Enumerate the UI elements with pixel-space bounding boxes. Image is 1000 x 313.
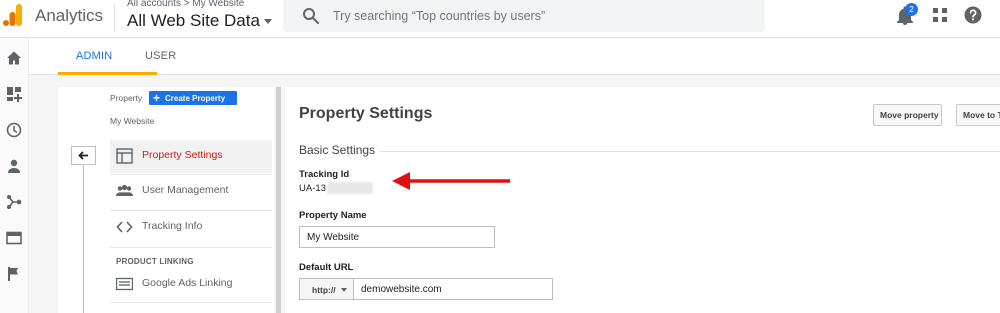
account-breadcrumb[interactable]: All accounts > My Website <box>127 0 244 9</box>
plus-icon: + <box>153 91 161 105</box>
nav-item-tracking-info[interactable]: Tracking Info <box>110 211 272 244</box>
analytics-logo-icon[interactable] <box>3 3 23 27</box>
home-icon[interactable] <box>6 50 22 66</box>
collapse-column-button[interactable] <box>71 146 96 165</box>
realtime-clock-icon[interactable] <box>6 122 22 138</box>
tab-user[interactable]: USER <box>145 50 176 62</box>
property-name-selector[interactable]: My Website <box>110 116 154 126</box>
create-property-label: Create Property <box>165 93 226 103</box>
property-label: Property <box>110 93 143 103</box>
app-header: Analytics All accounts > My Website All … <box>0 0 1000 38</box>
help-icon[interactable] <box>964 6 982 24</box>
move-to-trash-button[interactable]: Move to T <box>956 104 1000 126</box>
acquisition-icon[interactable] <box>6 194 22 210</box>
code-icon <box>116 221 133 233</box>
product-linking-heading: PRODUCT LINKING <box>116 257 194 266</box>
users-icon <box>116 184 133 196</box>
nav-item-property-settings[interactable]: Property Settings <box>110 140 272 173</box>
app-name: Analytics <box>35 6 104 25</box>
url-protocol-value: http:// <box>312 285 336 295</box>
header-divider <box>114 4 115 32</box>
tracking-id-value: UA-13 <box>299 183 326 194</box>
nav-item-user-management[interactable]: User Management <box>110 175 272 208</box>
apps-grid-icon[interactable] <box>933 8 947 22</box>
admin-tabs: ADMIN USER <box>29 38 1000 75</box>
nav-item-label: Google Ads Linking <box>142 277 233 289</box>
default-url-label: Default URL <box>299 262 354 273</box>
annotation-arrow-icon <box>392 172 510 190</box>
account-view-selector[interactable]: All Web Site Data <box>127 11 272 31</box>
create-property-button[interactable]: + Create Property <box>149 91 237 105</box>
column-connector-line <box>83 165 84 313</box>
nav-item-label: Tracking Info <box>142 220 203 232</box>
nav-item-label: User Management <box>142 184 229 196</box>
basic-settings-heading: Basic Settings <box>299 143 376 157</box>
move-property-button[interactable]: Move property <box>873 104 942 126</box>
left-rail <box>0 38 29 313</box>
behavior-icon[interactable] <box>6 230 22 246</box>
customization-icon[interactable] <box>6 86 22 102</box>
arrow-left-icon <box>78 151 88 160</box>
url-protocol-select[interactable]: http:// <box>299 278 354 300</box>
tracking-id-label: Tracking Id <box>299 169 350 180</box>
column-scrollbar[interactable] <box>276 87 281 313</box>
tracking-id-redaction <box>327 182 373 194</box>
google-ads-icon <box>116 277 133 291</box>
account-view-label: All Web Site Data <box>127 11 260 30</box>
search-icon <box>303 8 319 24</box>
conversions-flag-icon[interactable] <box>6 266 22 282</box>
default-url-input[interactable] <box>353 278 553 300</box>
search-input[interactable] <box>333 5 743 27</box>
audience-person-icon[interactable] <box>6 158 22 174</box>
caret-down-icon <box>263 19 272 25</box>
page-title: Property Settings <box>299 105 433 122</box>
caret-down-icon <box>341 288 347 292</box>
section-divider <box>379 151 1000 152</box>
property-settings-icon <box>116 148 133 164</box>
nav-divider <box>110 247 272 248</box>
nav-item-label: Property Settings <box>142 149 223 161</box>
tab-admin[interactable]: ADMIN <box>76 50 112 62</box>
search-bar[interactable] <box>283 0 765 32</box>
property-name-input[interactable] <box>299 226 495 248</box>
nav-item-google-ads-linking[interactable]: Google Ads Linking <box>110 268 272 301</box>
notification-badge: 2 <box>905 3 918 16</box>
property-name-label: Property Name <box>299 210 367 221</box>
nav-divider <box>110 302 272 303</box>
